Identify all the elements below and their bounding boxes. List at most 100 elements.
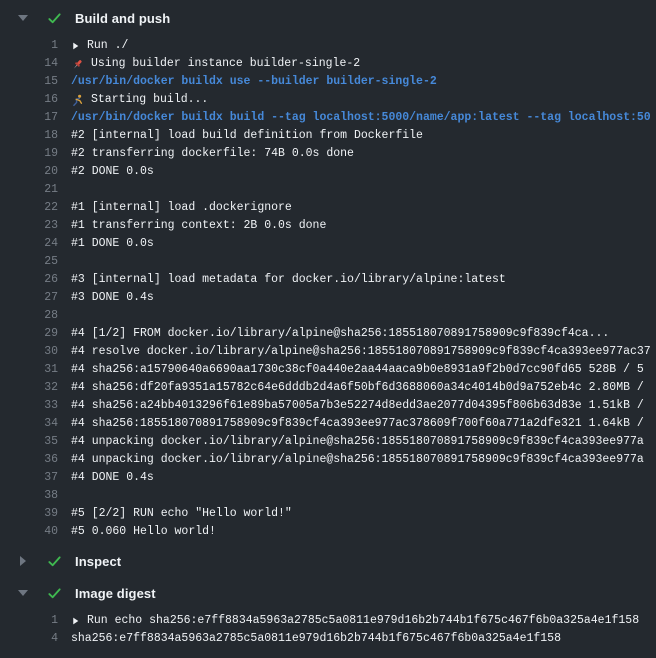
line-text: /usr/bin/docker buildx build --tag local… bbox=[71, 109, 651, 127]
pushpin-icon bbox=[71, 58, 84, 71]
line-number[interactable]: 30 bbox=[0, 343, 58, 361]
log-line: 36 #4 unpacking docker.io/library/alpine@… bbox=[0, 451, 656, 469]
chevron-right-icon bbox=[20, 556, 26, 566]
success-check-icon bbox=[47, 11, 62, 26]
log-section-inspect: Inspect bbox=[0, 549, 656, 573]
section-title: Image digest bbox=[75, 586, 156, 601]
workflow-log: Build and push1Run ./14Using builder ins… bbox=[0, 0, 656, 648]
line-text: Starting build... bbox=[91, 91, 208, 109]
expand-run-icon[interactable] bbox=[71, 41, 80, 51]
line-text: sha256:e7ff8834a5963a2785c5a0811e979d16b… bbox=[71, 630, 561, 648]
log-line: 23 #1 transferring context: 2B 0.0s done bbox=[0, 217, 656, 235]
log-line: 29 #4 [1/2] FROM docker.io/library/alpine… bbox=[0, 325, 656, 343]
line-content: #1 [internal] load .dockerignore bbox=[71, 199, 656, 217]
line-text: #4 DONE 0.4s bbox=[71, 469, 154, 487]
line-text: #1 [internal] load .dockerignore bbox=[71, 199, 292, 217]
line-number[interactable]: 38 bbox=[0, 487, 58, 505]
line-number[interactable]: 24 bbox=[0, 235, 58, 253]
line-number[interactable]: 1 bbox=[0, 612, 58, 630]
line-number[interactable]: 18 bbox=[0, 127, 58, 145]
line-text: #4 resolve docker.io/library/alpine@sha2… bbox=[71, 343, 651, 361]
success-check-icon bbox=[47, 554, 62, 569]
line-text: #5 0.060 Hello world! bbox=[71, 523, 216, 541]
line-number[interactable]: 28 bbox=[0, 307, 58, 325]
log-line: 1 Run echo sha256:e7ff8834a5963a2785c5a08… bbox=[0, 612, 656, 630]
line-number[interactable]: 19 bbox=[0, 145, 58, 163]
line-content: #4 [1/2] FROM docker.io/library/alpine@s… bbox=[71, 325, 656, 343]
line-number[interactable]: 26 bbox=[0, 271, 58, 289]
line-number[interactable]: 36 bbox=[0, 451, 58, 469]
line-text: #4 sha256:185518070891758909c9f839cf4ca3… bbox=[71, 415, 644, 433]
section-header-image-digest[interactable]: Image digest bbox=[0, 581, 656, 605]
line-number[interactable]: 37 bbox=[0, 469, 58, 487]
line-text: #3 [internal] load metadata for docker.i… bbox=[71, 271, 506, 289]
log-line: 19 #2 transferring dockerfile: 74B 0.0s d… bbox=[0, 145, 656, 163]
line-content: Using builder instance builder-single-2 bbox=[71, 55, 656, 73]
line-content: sha256:e7ff8834a5963a2785c5a0811e979d16b… bbox=[71, 630, 656, 648]
log-line: 17/usr/bin/docker buildx build --tag loc… bbox=[0, 109, 656, 127]
log-line: 38 bbox=[0, 487, 656, 505]
line-number[interactable]: 17 bbox=[0, 109, 58, 127]
line-number[interactable]: 22 bbox=[0, 199, 58, 217]
section-header-inspect[interactable]: Inspect bbox=[0, 549, 656, 573]
line-number[interactable]: 20 bbox=[0, 163, 58, 181]
log-line: 25 bbox=[0, 253, 656, 271]
line-number[interactable]: 16 bbox=[0, 91, 58, 109]
log-line: 22 #1 [internal] load .dockerignore bbox=[0, 199, 656, 217]
line-content: #1 transferring context: 2B 0.0s done bbox=[71, 217, 656, 235]
line-number[interactable]: 1 bbox=[0, 37, 58, 55]
line-text: Using builder instance builder-single-2 bbox=[91, 55, 360, 73]
section-log-lines: 1 Run echo sha256:e7ff8834a5963a2785c5a08… bbox=[0, 612, 656, 648]
line-number[interactable]: 4 bbox=[0, 630, 58, 648]
expand-run-icon[interactable] bbox=[71, 616, 80, 626]
line-number[interactable]: 40 bbox=[0, 523, 58, 541]
line-number[interactable]: 33 bbox=[0, 397, 58, 415]
line-text: #1 transferring context: 2B 0.0s done bbox=[71, 217, 326, 235]
line-content: /usr/bin/docker buildx use --builder bui… bbox=[71, 73, 656, 91]
line-content: #5 [2/2] RUN echo "Hello world!" bbox=[71, 505, 656, 523]
line-number[interactable]: 23 bbox=[0, 217, 58, 235]
runner-icon bbox=[71, 94, 84, 107]
log-line: 30 #4 resolve docker.io/library/alpine@sh… bbox=[0, 343, 656, 361]
line-text: #4 [1/2] FROM docker.io/library/alpine@s… bbox=[71, 325, 609, 343]
line-number[interactable]: 29 bbox=[0, 325, 58, 343]
log-line: 24#1 DONE 0.0s bbox=[0, 235, 656, 253]
line-number[interactable]: 14 bbox=[0, 55, 58, 73]
line-content: #3 DONE 0.4s bbox=[71, 289, 656, 307]
line-content: #2 transferring dockerfile: 74B 0.0s don… bbox=[71, 145, 656, 163]
line-text: #2 DONE 0.0s bbox=[71, 163, 154, 181]
line-number[interactable]: 34 bbox=[0, 415, 58, 433]
log-line: 16 Starting build... bbox=[0, 91, 656, 109]
section-header-build-and-push[interactable]: Build and push bbox=[0, 6, 656, 30]
line-number[interactable]: 39 bbox=[0, 505, 58, 523]
log-line: 37 #4 DONE 0.4s bbox=[0, 469, 656, 487]
line-text: #4 unpacking docker.io/library/alpine@sh… bbox=[71, 433, 644, 451]
line-content: #4 sha256:a24bb4013296f61e89ba57005a7b3e… bbox=[71, 397, 656, 415]
line-content: #2 DONE 0.0s bbox=[71, 163, 656, 181]
success-check-icon bbox=[47, 586, 62, 601]
line-text: #4 sha256:df20fa9351a15782c64e6dddb2d4a6… bbox=[71, 379, 644, 397]
log-line: 1Run ./ bbox=[0, 37, 656, 55]
line-content: #4 sha256:df20fa9351a15782c64e6dddb2d4a6… bbox=[71, 379, 656, 397]
line-text: #4 unpacking docker.io/library/alpine@sh… bbox=[71, 451, 644, 469]
line-text: /usr/bin/docker buildx use --builder bui… bbox=[71, 73, 437, 91]
log-line: 31#4 sha256:a15790640a6690aa1730c38cf0a4… bbox=[0, 361, 656, 379]
log-section-image-digest: Image digest 1 Run echo sha256:e7ff8834a59… bbox=[0, 581, 656, 648]
line-number[interactable]: 32 bbox=[0, 379, 58, 397]
line-text: #4 sha256:a24bb4013296f61e89ba57005a7b3e… bbox=[71, 397, 644, 415]
line-number[interactable]: 21 bbox=[0, 181, 58, 199]
line-number[interactable]: 31 bbox=[0, 361, 58, 379]
log-line: 28 bbox=[0, 307, 656, 325]
line-content: Run echo sha256:e7ff8834a5963a2785c5a081… bbox=[71, 612, 656, 630]
log-line: 35 #4 unpacking docker.io/library/alpine@… bbox=[0, 433, 656, 451]
log-line: 40 #5 0.060 Hello world! bbox=[0, 523, 656, 541]
line-content: Starting build... bbox=[71, 91, 656, 109]
log-line: 21 bbox=[0, 181, 656, 199]
log-line: 15/usr/bin/docker buildx use --builder b… bbox=[0, 73, 656, 91]
line-content: #3 [internal] load metadata for docker.i… bbox=[71, 271, 656, 289]
line-number[interactable]: 15 bbox=[0, 73, 58, 91]
line-number[interactable]: 35 bbox=[0, 433, 58, 451]
line-text: #5 [2/2] RUN echo "Hello world!" bbox=[71, 505, 292, 523]
line-number[interactable]: 25 bbox=[0, 253, 58, 271]
line-number[interactable]: 27 bbox=[0, 289, 58, 307]
